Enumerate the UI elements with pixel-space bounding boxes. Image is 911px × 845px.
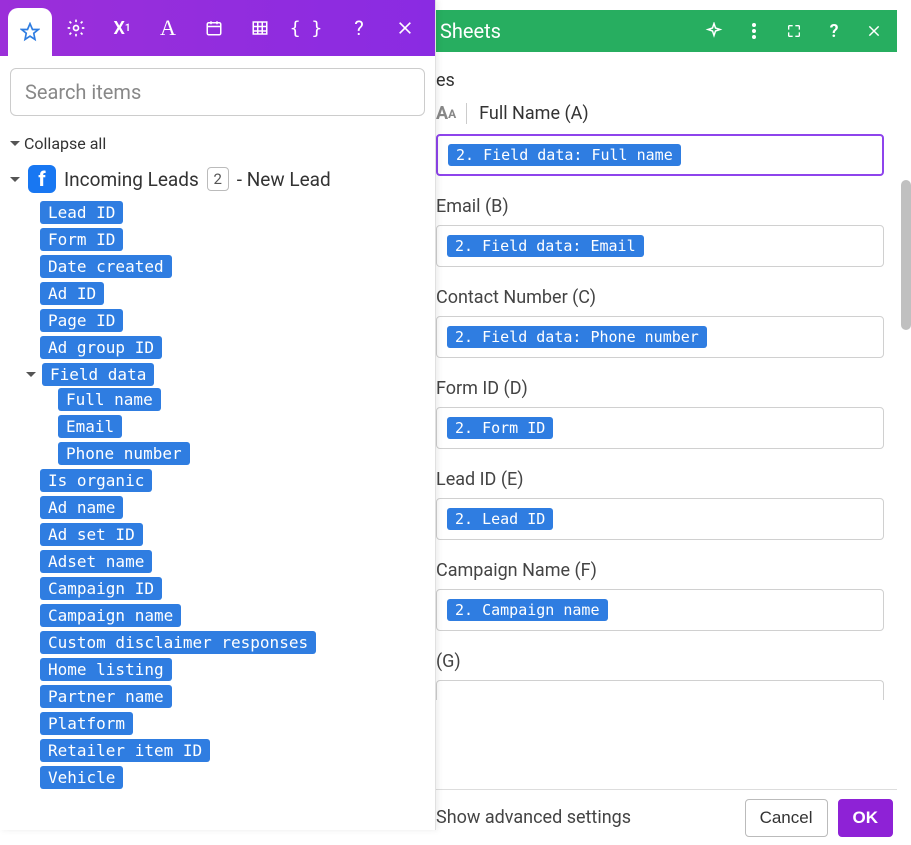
field-label-g: (G) [436,651,897,672]
tree-root: f Incoming Leads 2 - New Lead Lead ID Fo… [10,165,425,789]
tag-ad-id[interactable]: Ad ID [40,282,104,305]
trigger-title-a: Incoming Leads [64,168,199,191]
tab-date[interactable] [192,0,236,56]
field-label-formid: Form ID (D) [436,378,897,399]
tag-phone[interactable]: Phone number [58,442,190,465]
tab-settings[interactable] [54,0,98,56]
field-row-formid: Form ID (D) 2. Form ID [436,378,897,449]
field-input-campaign[interactable]: 2. Campaign name [436,589,884,631]
field-data-row[interactable]: Field data [26,363,154,386]
more-icon[interactable] [745,22,763,40]
footer-bar: Show advanced settings Cancel OK [436,789,897,845]
tag-vehicle[interactable]: Vehicle [40,766,123,789]
data-picker-sidebar: X1 A { } ? Search items Collapse all f I… [0,0,436,830]
tag-partner-name[interactable]: Partner name [40,685,172,708]
pill-campaign[interactable]: 2. Campaign name [447,599,608,621]
search-input[interactable]: Search items [10,68,425,116]
field-input-formid[interactable]: 2. Form ID [436,407,884,449]
field-label-email: Email (B) [436,196,897,217]
field-label-leadid: Lead ID (E) [436,469,897,490]
collapse-all-toggle[interactable]: Collapse all [10,134,425,153]
pill-contact[interactable]: 2. Field data: Phone number [447,326,707,348]
tag-list-post: Is organic Ad name Ad set ID Adset name … [40,469,425,789]
trigger-step-badge: 2 [207,167,229,191]
pill-leadid[interactable]: 2. Lead ID [447,508,553,530]
cancel-button[interactable]: Cancel [745,799,828,837]
search-placeholder: Search items [25,80,141,104]
header-actions: ? [705,22,883,40]
content-area: es AA Full Name (A) 2. Field data: Full … [436,70,897,789]
trigger-header[interactable]: f Incoming Leads 2 - New Lead [10,165,425,193]
tab-code[interactable]: { } [284,0,328,56]
tag-ad-group-id[interactable]: Ad group ID [40,336,162,359]
help-icon[interactable]: ? [825,22,843,40]
tag-platform[interactable]: Platform [40,712,133,735]
column-glyph-icon: AA [436,103,467,124]
close-header-icon[interactable] [865,22,883,40]
field-data-children: Full name Email Phone number [58,388,425,465]
tab-help[interactable]: ? [337,0,381,56]
expand-icon[interactable] [785,22,803,40]
tag-adset-name[interactable]: Adset name [40,550,152,573]
tag-campaign-id[interactable]: Campaign ID [40,577,162,600]
app-title: Sheets [440,19,501,43]
field-label-campaign: Campaign Name (F) [436,560,897,581]
field-row-fullname: 2. Field data: Full name [436,134,897,176]
field-input-contact[interactable]: 2. Field data: Phone number [436,316,884,358]
tag-page-id[interactable]: Page ID [40,309,123,332]
tag-ad-set-id[interactable]: Ad set ID [40,523,143,546]
close-sidebar-icon[interactable] [383,0,427,56]
field-row-contact: Contact Number (C) 2. Field data: Phone … [436,287,897,358]
caret-down-icon [26,372,36,377]
tag-full-name[interactable]: Full name [58,388,161,411]
tab-formula[interactable]: X1 [100,0,144,56]
trigger-title-b: - New Lead [237,168,331,191]
advanced-toggle[interactable]: Show advanced settings [436,807,631,828]
field-input-leadid[interactable]: 2. Lead ID [436,498,884,540]
field-row-campaign: Campaign Name (F) 2. Campaign name [436,560,897,631]
tab-table[interactable] [238,0,282,56]
tag-custom-disclaimer[interactable]: Custom disclaimer responses [40,631,316,654]
ai-sparkle-icon[interactable] [705,22,723,40]
tab-favorites[interactable] [8,8,52,56]
field-input-g[interactable] [436,680,884,700]
tag-form-id[interactable]: Form ID [40,228,123,251]
tag-is-organic[interactable]: Is organic [40,469,152,492]
field-row-email: Email (B) 2. Field data: Email [436,196,897,267]
scrollbar-thumb[interactable] [901,180,911,330]
footer-buttons: Cancel OK [745,799,893,837]
field-row-g: (G) [436,651,897,700]
tag-home-listing[interactable]: Home listing [40,658,172,681]
caret-down-icon [10,141,20,146]
tag-list-pre: Lead ID Form ID Date created Ad ID Page … [40,201,425,386]
tag-retailer-item[interactable]: Retailer item ID [40,739,210,762]
sidebar-body: Search items Collapse all f Incoming Lea… [0,56,435,830]
pill-formid[interactable]: 2. Form ID [447,417,553,439]
collapse-all-label: Collapse all [24,134,106,153]
field-input-email[interactable]: 2. Field data: Email [436,225,884,267]
tag-ad-name[interactable]: Ad name [40,496,123,519]
section-subheader: es [436,70,897,91]
tag-email[interactable]: Email [58,415,122,438]
field-label-contact: Contact Number (C) [436,287,897,308]
tab-text[interactable]: A [146,0,190,56]
facebook-icon: f [28,165,56,193]
ok-button[interactable]: OK [838,799,894,837]
tag-date-created[interactable]: Date created [40,255,172,278]
field-row-leadid: Lead ID (E) 2. Lead ID [436,469,897,540]
caret-down-icon [10,177,20,182]
field-input-fullname[interactable]: 2. Field data: Full name [436,134,884,176]
pill-email[interactable]: 2. Field data: Email [447,235,644,257]
tag-lead-id[interactable]: Lead ID [40,201,123,224]
sidebar-toolbar: X1 A { } ? [0,0,435,56]
column-selector-label: Full Name (A) [479,103,589,124]
tag-campaign-name[interactable]: Campaign name [40,604,181,627]
tag-field-data[interactable]: Field data [42,363,154,386]
pill-fullname[interactable]: 2. Field data: Full name [448,144,681,166]
column-selector[interactable]: AA Full Name (A) [436,103,897,124]
